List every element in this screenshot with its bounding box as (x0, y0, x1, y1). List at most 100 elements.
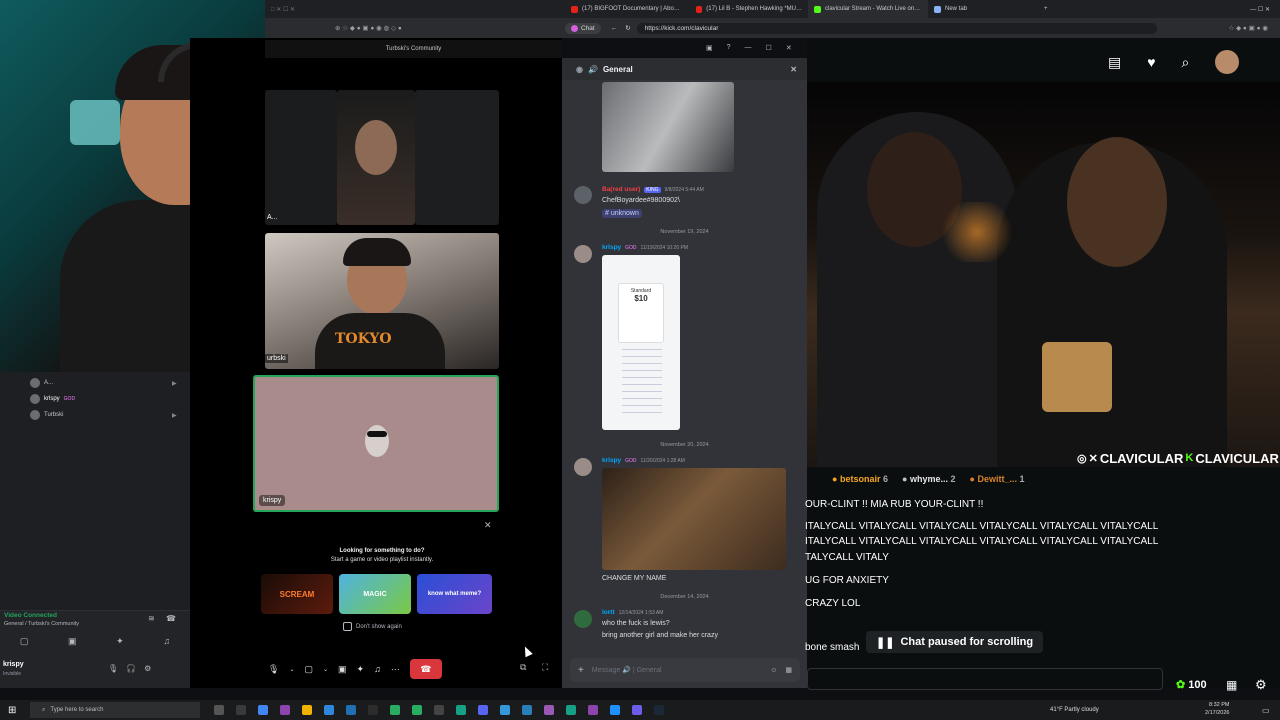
image-attachment[interactable] (602, 82, 734, 172)
dont-show-again[interactable]: Don't show again (343, 622, 402, 631)
url-bar[interactable]: https://kick.com/clavicular (636, 22, 1157, 34)
windows-start-icon[interactable]: ⊞ (8, 705, 16, 716)
discord-icon[interactable] (478, 705, 488, 715)
voice-user[interactable]: krlspy GOD (30, 394, 75, 404)
activity-card-magic[interactable]: MAGIC (339, 574, 411, 614)
avatar[interactable] (574, 610, 592, 628)
chevron-down-icon[interactable]: ⌄ (289, 666, 294, 673)
task-view-icon[interactable] (214, 705, 224, 715)
gifter[interactable]: ● Dewitt_... 1 (970, 474, 1025, 484)
app-icon[interactable] (434, 705, 444, 715)
app-icon[interactable] (610, 705, 620, 715)
deafen-icon[interactable]: 🎧 (126, 664, 136, 673)
back-icon[interactable]: ← (611, 25, 618, 32)
heart-icon[interactable]: ♥ (1147, 54, 1155, 70)
chevron-down-icon[interactable]: ⌄ (323, 666, 328, 673)
noise-suppression-icon[interactable]: ≋ (148, 614, 155, 623)
camera-toggle-icon[interactable]: ▢ (20, 636, 29, 647)
checkbox[interactable] (343, 622, 352, 631)
channel-mention[interactable]: # unknown (602, 209, 642, 218)
app-icon[interactable] (412, 705, 422, 715)
avatar[interactable] (574, 186, 592, 204)
calendar-icon[interactable]: ▤ (1108, 54, 1121, 71)
new-tab-button[interactable]: + (1038, 0, 1054, 18)
emote-icon[interactable]: ▦ (1226, 678, 1237, 692)
app-icon[interactable] (544, 705, 554, 715)
app-icon[interactable] (456, 705, 466, 715)
reload-icon[interactable]: ↻ (625, 24, 630, 32)
app-icon[interactable] (346, 705, 356, 715)
current-username[interactable]: krispy (3, 661, 24, 668)
message-author[interactable]: lortt (602, 609, 615, 616)
settings-icon[interactable]: ⚙ (1255, 677, 1267, 693)
video-tile-b[interactable] (337, 90, 415, 225)
taskbar-search[interactable]: ⌕ Type here to search (30, 702, 200, 718)
app-icon[interactable] (324, 705, 334, 715)
activity-card-scream[interactable]: SCREAM (261, 574, 333, 614)
avatar[interactable] (1215, 50, 1240, 74)
close-icon[interactable]: ✕ (786, 44, 792, 52)
soundboard-icon[interactable]: ♫ (163, 636, 170, 647)
discord-window-controls[interactable]: ▣ ? — ☐ ✕ (706, 44, 792, 52)
clock[interactable]: 8:32 PM 2/17/2026 (1205, 701, 1229, 717)
activity-icon[interactable]: ✦ (357, 664, 365, 675)
gifter[interactable]: ● whyme... 2 (902, 474, 956, 484)
voice-user[interactable]: A... (30, 378, 53, 388)
notification-icon[interactable]: ▭ (1262, 706, 1270, 715)
channel-points[interactable]: ✿ 100 (1176, 678, 1207, 692)
video-tile-turbski[interactable]: TOKYO urbski (265, 233, 499, 369)
popout-icon[interactable]: ⧉ (520, 662, 526, 673)
disconnect-button[interactable]: ☎ (409, 659, 442, 679)
window-controls[interactable]: — ☐ ✕ (1250, 6, 1280, 13)
apps-icon[interactable]: ▦ (785, 666, 792, 674)
soundboard-icon[interactable]: ♫ (374, 664, 381, 674)
maximize-icon[interactable]: ☐ (766, 44, 772, 52)
help-icon[interactable]: ? (727, 44, 731, 52)
app-icon[interactable] (236, 705, 246, 715)
kick-chat-input[interactable] (807, 668, 1163, 690)
fullscreen-icon[interactable]: ⛶ (542, 662, 548, 673)
close-chat-icon[interactable]: ✕ (790, 65, 797, 74)
video-tile-krispy[interactable]: krispy (253, 375, 499, 512)
app-icon[interactable] (500, 705, 510, 715)
video-tile-a[interactable]: A... (265, 90, 337, 225)
activity-icon[interactable]: ✦ (116, 636, 124, 647)
app-icon[interactable] (522, 705, 532, 715)
pricing-screenshot[interactable]: Standard $10 (602, 255, 680, 430)
message-author[interactable]: krlspy (602, 244, 621, 251)
image-attachment[interactable] (602, 468, 786, 570)
mic-icon[interactable]: 🎙 (268, 664, 279, 675)
video-tile-c[interactable] (415, 90, 499, 225)
folder-icon[interactable] (302, 705, 312, 715)
message-input[interactable]: + Message 🔊 | General ☺ ▦ (570, 658, 800, 682)
chat-extension-button[interactable]: Chat (565, 22, 601, 34)
weather-widget[interactable]: 41°F Partly cloudy (1050, 707, 1099, 713)
app-icon[interactable] (390, 705, 400, 715)
disconnect-icon[interactable]: ☎ (166, 614, 176, 623)
extension-icons[interactable]: ⊕ ☆ ◆ ● ▣ ● ◉ ◍ ◇ ● (265, 24, 565, 32)
steam-icon[interactable] (654, 705, 664, 715)
camera-icon[interactable]: ▢ (304, 664, 313, 675)
close-activity-icon[interactable]: ✕ (484, 520, 492, 531)
stream-video[interactable]: ◎ ✕ CLAVICULAR K CLAVICULAR (807, 82, 1280, 467)
app-icon[interactable] (632, 705, 642, 715)
chat-paused-banner[interactable]: ❚❚ Chat paused for scrolling (866, 631, 1044, 653)
voice-channel-path[interactable]: General / Turbski's Community (4, 621, 79, 627)
more-icon[interactable]: ⋯ (391, 664, 400, 675)
settings-icon[interactable]: ⚙ (144, 664, 151, 673)
mute-icon[interactable]: 🎙 (108, 664, 118, 673)
avatar[interactable] (574, 458, 592, 476)
avatar[interactable] (574, 245, 592, 263)
app-icon[interactable] (368, 705, 378, 715)
message-author[interactable]: Ba​(red user) (602, 186, 640, 193)
tab-kick[interactable]: clavicular Stream - Watch Live on… (808, 0, 928, 18)
screen-share-icon[interactable]: ▣ (68, 636, 77, 647)
app-icon[interactable] (280, 705, 290, 715)
screen-share-icon[interactable]: ▣ (338, 664, 347, 675)
emoji-icon[interactable]: ☺ (770, 667, 777, 674)
minimize-icon[interactable]: — (745, 44, 752, 52)
gifter[interactable]: ● betsonair 6 (832, 474, 888, 484)
tab-lil-b[interactable]: (17) Lil B - Stephen Hawking *MU… (690, 0, 808, 18)
message-author[interactable]: krlspy (602, 457, 621, 464)
tab-new[interactable]: New tab (928, 0, 1038, 18)
